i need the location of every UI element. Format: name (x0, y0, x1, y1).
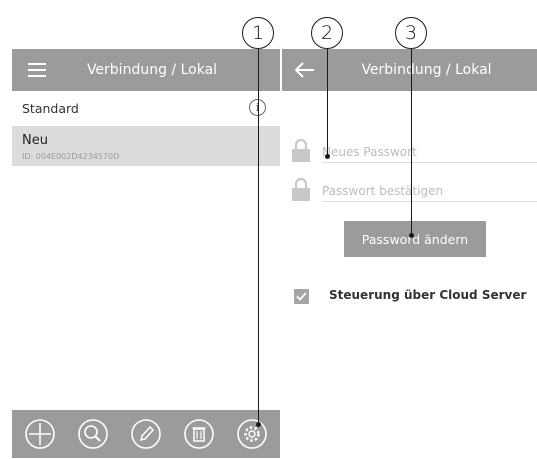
callout-3: 3 (395, 17, 427, 49)
callout-2-leader-dot (324, 154, 330, 159)
left-app-bar: Verbindung / Lokal (12, 49, 280, 91)
list-item-label: Standard (22, 101, 79, 116)
left-app-bar-title: Verbindung / Lokal (86, 62, 218, 78)
new-password-input[interactable] (322, 142, 537, 163)
right-app-bar: Verbindung / Lokal (282, 49, 537, 91)
right-app-bar-title: Verbindung / Lokal (361, 62, 492, 78)
lock-icon (292, 138, 310, 162)
edit-icon[interactable] (130, 418, 162, 450)
list-item-neu[interactable]: Neu ID: 004E002D4234570D (12, 126, 280, 166)
cloud-server-checkbox[interactable] (294, 289, 309, 304)
new-password-field (292, 138, 537, 164)
lock-icon (292, 177, 310, 201)
device-id-text: ID: 004E002D4234570D (22, 152, 120, 161)
settings-icon[interactable] (236, 418, 268, 450)
callout-1-leader-line (257, 49, 259, 425)
left-screen: Verbindung / Lokal Standard i Neu ID: 00… (12, 49, 280, 458)
callout-3-leader-line (410, 49, 412, 235)
add-icon[interactable] (24, 418, 56, 450)
callout-2-leader-line (326, 49, 328, 156)
bottom-toolbar (12, 410, 280, 458)
list-item-standard[interactable]: Standard i (12, 91, 280, 125)
right-screen: Verbindung / Lokal Password ändern Steue… (282, 49, 537, 458)
callout-3-leader-dot (408, 233, 414, 238)
callout-1: 1 (242, 17, 274, 49)
delete-icon[interactable] (183, 418, 215, 450)
confirm-password-field (292, 177, 537, 203)
list-item-label: Neu (22, 133, 48, 148)
cloud-server-checkbox-label: Steuerung über Cloud Server (329, 288, 527, 302)
change-password-button[interactable]: Password ändern (344, 221, 486, 257)
confirm-password-input[interactable] (322, 181, 537, 202)
callout-2: 2 (311, 17, 343, 49)
search-icon[interactable] (77, 418, 109, 450)
callout-1-leader-dot (255, 422, 261, 427)
